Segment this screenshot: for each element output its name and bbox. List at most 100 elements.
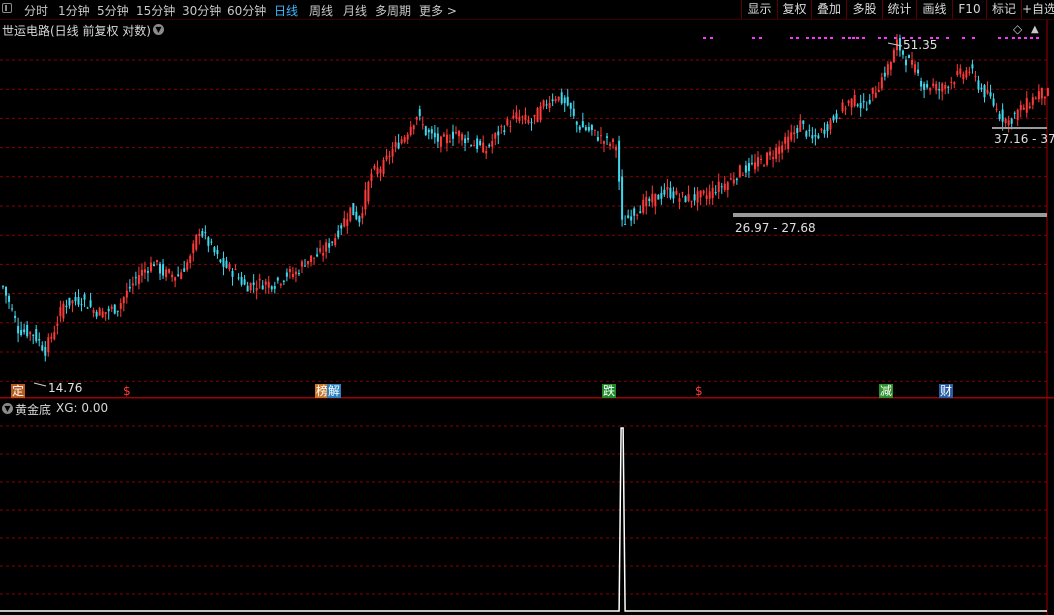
- candle-body: [183, 268, 186, 272]
- candle-body: [527, 119, 530, 124]
- candle-body: [1031, 97, 1034, 105]
- candle-body: [228, 264, 231, 270]
- candle-body: [651, 193, 654, 203]
- period-tab-60min[interactable]: 60分钟: [227, 2, 266, 19]
- candle-body: [772, 157, 775, 160]
- candle-body: [479, 140, 482, 146]
- candle-body: [524, 114, 527, 121]
- candle-body: [35, 329, 38, 342]
- candle-body: [364, 189, 367, 210]
- candle-body: [473, 145, 476, 147]
- candle-body: [162, 264, 165, 276]
- event-tag-ding[interactable]: 定: [11, 384, 26, 398]
- candle-body: [385, 155, 388, 160]
- event-tag-die[interactable]: 跌: [602, 384, 617, 398]
- candle-body: [340, 225, 343, 229]
- candle-body: [1010, 118, 1013, 124]
- candle-body: [850, 98, 853, 108]
- candle-body: [246, 285, 249, 292]
- period-tab-15min[interactable]: 15分钟: [136, 2, 175, 19]
- candle-body: [968, 71, 971, 73]
- statistics-button[interactable]: 统计: [882, 0, 916, 19]
- candle-body: [618, 140, 621, 182]
- candle-body: [980, 87, 983, 90]
- candle-body: [832, 116, 835, 121]
- candle-body: [669, 187, 672, 198]
- candle-body: [174, 277, 177, 281]
- chevron-down-icon[interactable]: ▼: [153, 24, 164, 35]
- candle-body: [213, 247, 216, 253]
- candle-body: [989, 92, 992, 97]
- period-tab-timeshare[interactable]: 分时: [24, 2, 48, 19]
- signal-marker: [884, 37, 887, 39]
- signal-marker: [812, 37, 815, 39]
- candle-body: [282, 280, 285, 282]
- period-tab-daily[interactable]: 日线: [274, 2, 298, 19]
- signal-marker: [1018, 37, 1021, 39]
- candle-body: [793, 132, 796, 135]
- candle-body: [476, 138, 479, 149]
- candle-body: [624, 223, 627, 225]
- candle-body: [823, 129, 826, 134]
- add-watchlist-button[interactable]: +自选: [1021, 0, 1054, 19]
- candle-body: [741, 174, 744, 176]
- draw-line-button[interactable]: 画线: [916, 0, 952, 19]
- collapse-up-icon[interactable]: ▲: [1031, 24, 1039, 35]
- candle-body: [711, 187, 714, 199]
- period-tab-weekly[interactable]: 周线: [309, 2, 333, 19]
- diamond-icon[interactable]: ◇: [1013, 22, 1022, 36]
- candle-body: [273, 286, 276, 289]
- period-tab-30min[interactable]: 30分钟: [182, 2, 221, 19]
- overlay-button[interactable]: 叠加: [811, 0, 846, 19]
- event-tag-dollar[interactable]: $: [122, 384, 132, 398]
- candle-body: [68, 297, 71, 306]
- period-tab-multi[interactable]: 多周期: [375, 2, 411, 19]
- candle-body: [808, 129, 811, 131]
- candle-body: [1025, 98, 1028, 113]
- candle-body: [400, 139, 403, 144]
- low-price-label: 14.76: [48, 381, 83, 395]
- period-tab-more[interactable]: 更多 >: [419, 2, 457, 19]
- candle-body: [615, 146, 618, 151]
- candle-body: [255, 287, 258, 291]
- event-tag-jie[interactable]: 解: [327, 384, 342, 398]
- candle-body: [240, 276, 243, 285]
- f10-button[interactable]: F10: [952, 0, 986, 19]
- period-tab-monthly[interactable]: 月线: [343, 2, 367, 19]
- candle-body: [530, 122, 533, 124]
- signal-marker: [962, 37, 965, 39]
- panel-toggle-icon[interactable]: [2, 3, 12, 13]
- candle-body: [917, 69, 920, 74]
- candle-body: [140, 269, 143, 276]
- candle-body: [995, 108, 998, 110]
- adjust-button[interactable]: 复权: [777, 0, 811, 19]
- candle-body: [545, 104, 548, 106]
- event-tag-dollar-2[interactable]: $: [694, 384, 704, 398]
- display-button[interactable]: 显示: [741, 0, 777, 19]
- kline-chart[interactable]: [0, 20, 1054, 615]
- candle-body: [965, 70, 968, 78]
- candle-body: [267, 281, 270, 288]
- candle-body: [690, 200, 693, 202]
- chevron-down-icon[interactable]: ▼: [2, 403, 13, 414]
- candle-body: [264, 281, 267, 285]
- multi-stock-button[interactable]: 多股: [846, 0, 882, 19]
- candle-body: [1043, 96, 1046, 99]
- candle-body: [1037, 91, 1040, 100]
- event-tag-jian[interactable]: 减: [879, 384, 894, 398]
- candle-body: [98, 308, 101, 316]
- candle-body: [959, 68, 962, 75]
- candle-body: [376, 167, 379, 175]
- candle-body: [20, 329, 23, 335]
- candle-body: [116, 310, 119, 312]
- candle-body: [464, 138, 467, 144]
- period-tab-5min[interactable]: 5分钟: [97, 2, 129, 19]
- support-band-label-1: 26.97 - 27.68: [735, 221, 816, 235]
- mark-button[interactable]: 标记: [986, 0, 1021, 19]
- signal-marker: [824, 37, 827, 39]
- candle-body: [231, 271, 234, 277]
- period-tab-1min[interactable]: 1分钟: [58, 2, 90, 19]
- candle-body: [373, 165, 376, 169]
- event-tag-cai[interactable]: 财: [939, 384, 954, 398]
- candle-body: [485, 151, 488, 154]
